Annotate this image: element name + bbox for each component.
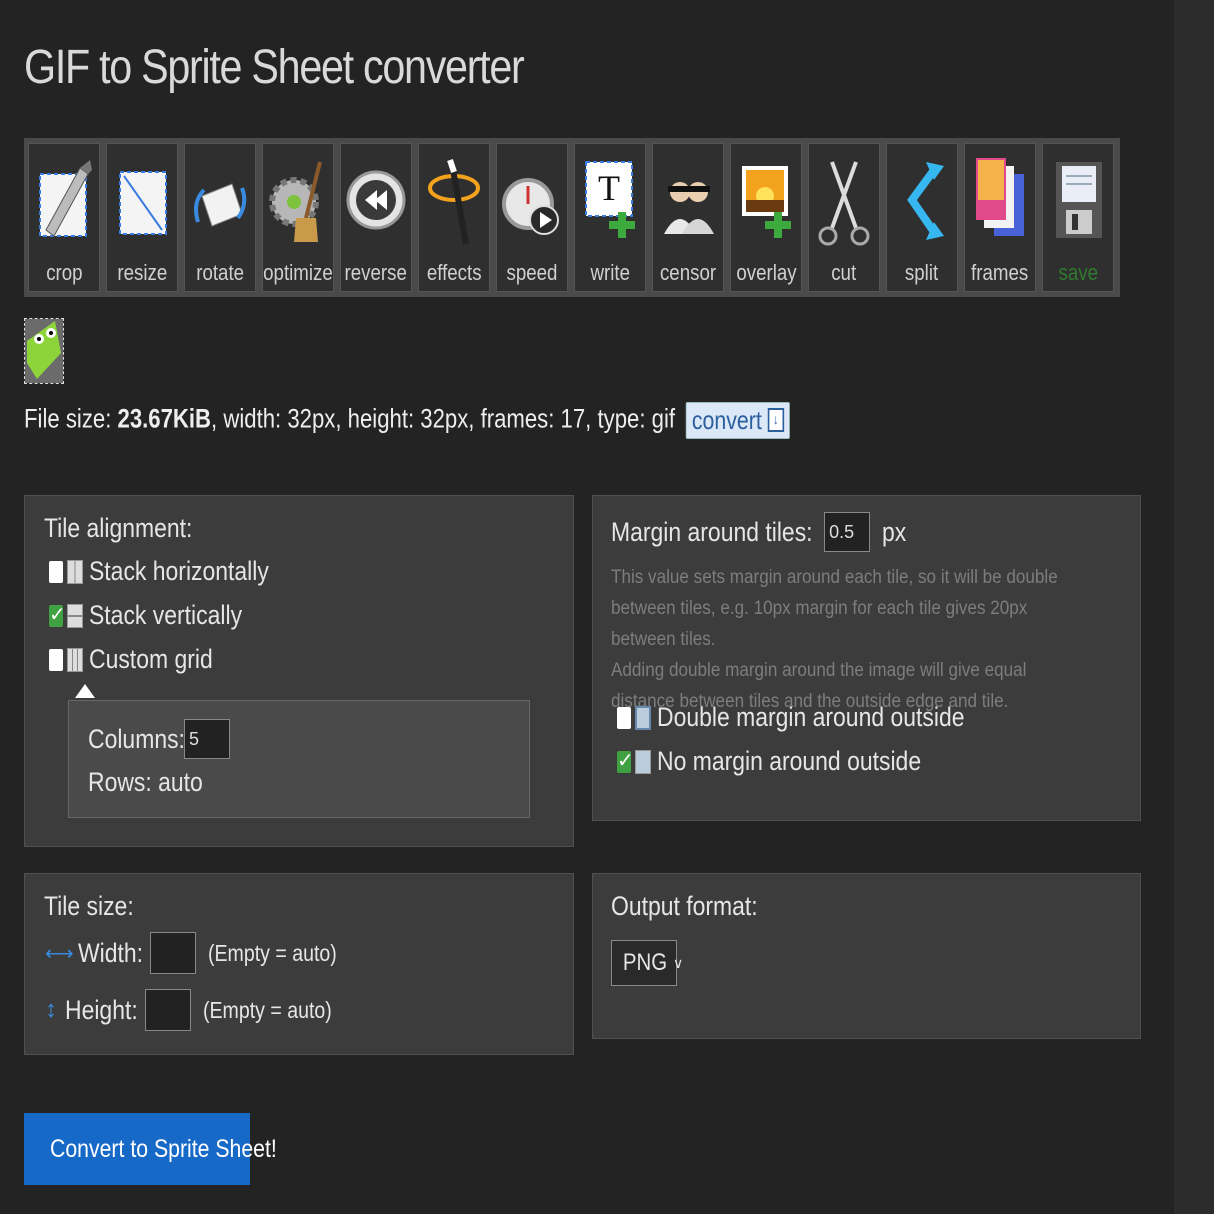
page-title: GIF to Sprite Sheet converter (24, 41, 525, 94)
option-stack-horizontally[interactable]: Stack horizontally (49, 556, 301, 587)
overlay-icon (742, 166, 791, 238)
speed-icon (502, 178, 559, 235)
grid-pointer-arrow (75, 684, 95, 698)
tool-label: write (590, 260, 630, 285)
tool-label: speed (506, 260, 558, 285)
frames-icon (976, 158, 1024, 236)
split-icon (907, 162, 944, 240)
censor-icon (664, 182, 714, 234)
checkbox-checked[interactable] (617, 748, 634, 773)
tool-censor[interactable]: censor (652, 143, 724, 292)
height-label: Height: (65, 994, 138, 1025)
output-format-panel: Output format: PNG ∨ (592, 873, 1141, 1039)
width-label: Width: (77, 937, 143, 968)
option-stack-vertically[interactable]: Stack vertically (49, 600, 269, 631)
tool-resize[interactable]: resize (106, 143, 178, 292)
file-size-value: 23.67KiB (117, 403, 212, 434)
option-no-margin[interactable]: No margin around outside (617, 746, 968, 777)
rows-label: Rows: auto (88, 767, 203, 797)
height-arrow-icon: ↕ (45, 996, 57, 1023)
tool-reverse[interactable]: reverse (340, 143, 412, 292)
convert-to-sprite-sheet-button[interactable]: Convert to Sprite Sheet! (24, 1113, 277, 1185)
gif-preview-thumbnail (24, 318, 64, 384)
height-input[interactable] (144, 989, 191, 1031)
custom-grid-subpanel: Columns: Rows: auto (68, 700, 530, 818)
option-custom-grid[interactable]: Custom grid (49, 644, 235, 675)
convert-button[interactable]: convert ↓ (686, 402, 790, 439)
optimize-icon (269, 161, 322, 242)
tool-label: split (905, 260, 939, 285)
file-info: File size: 23.67KiB, width: 32px, height… (24, 402, 790, 439)
tool-crop[interactable]: crop (28, 143, 100, 292)
margin-input[interactable] (824, 512, 871, 552)
output-format-heading: Output format: (611, 891, 758, 921)
tool-label: rotate (196, 260, 244, 285)
margin-unit: px (882, 516, 907, 547)
tool-optimize[interactable]: optimize (262, 143, 334, 292)
tool-label: cut (831, 260, 857, 285)
tool-label: crop (45, 260, 83, 285)
tool-frames[interactable]: frames (964, 143, 1036, 292)
tool-overlay[interactable]: overlay (730, 143, 802, 292)
download-icon: ↓ (767, 408, 785, 432)
grid-icon (67, 647, 83, 672)
tool-label: optimize (263, 260, 333, 285)
rotate-icon (194, 183, 247, 227)
width-arrow-icon: ⟷ (45, 942, 74, 965)
tool-cut[interactable]: cut (808, 143, 880, 292)
resize-icon (119, 171, 167, 235)
margin-help: This value sets margin around each tile,… (611, 567, 1058, 712)
checkbox[interactable] (49, 560, 63, 583)
columns-input[interactable] (184, 719, 231, 759)
tool-label: overlay (735, 260, 797, 285)
tool-effects[interactable]: effects (418, 143, 490, 292)
svg-text:T: T (598, 168, 620, 208)
double-margin-icon (635, 705, 651, 730)
tool-save[interactable]: save (1042, 143, 1114, 292)
tool-write[interactable]: T write (574, 143, 646, 292)
page-scroll-area (1174, 0, 1214, 1214)
no-margin-icon (635, 749, 651, 774)
tool-label: reverse (344, 260, 408, 285)
tool-label: resize (117, 260, 167, 285)
crop-icon (39, 160, 92, 237)
tile-size-panel: Tile size: ⟷ Width: (Empty = auto) ↕ Hei… (24, 873, 574, 1055)
reverse-icon (346, 170, 406, 230)
tool-label: censor (659, 260, 717, 285)
columns-label: Columns: (88, 723, 185, 754)
margin-panel: Margin around tiles: px This value sets … (592, 495, 1141, 821)
width-input[interactable] (150, 932, 197, 974)
option-double-margin[interactable]: Double margin around outside (617, 702, 1019, 733)
checkbox[interactable] (617, 706, 631, 729)
checkbox[interactable] (49, 648, 63, 671)
tile-alignment-panel: Tile alignment: Stack horizontally Stack… (24, 495, 574, 847)
chevron-down-icon: ∨ (673, 954, 684, 971)
width-hint: (Empty = auto) (208, 939, 337, 966)
stack-horizontal-icon (67, 559, 83, 584)
output-format-select[interactable]: PNG ∨ (611, 940, 683, 986)
margin-label: Margin around tiles: (611, 516, 813, 547)
tool-label: save (1058, 260, 1098, 285)
checkbox-checked[interactable] (49, 602, 66, 627)
tool-split[interactable]: split (886, 143, 958, 292)
tile-size-heading: Tile size: (44, 891, 134, 921)
tool-label: frames (971, 260, 1029, 285)
write-icon: T (585, 161, 635, 238)
tool-speed[interactable]: speed (496, 143, 568, 292)
cut-icon (818, 161, 870, 246)
tool-label: effects (426, 260, 482, 285)
tool-rotate[interactable]: rotate (184, 143, 256, 292)
effects-icon (428, 159, 480, 245)
tile-alignment-heading: Tile alignment: (44, 513, 193, 543)
height-hint: (Empty = auto) (202, 996, 332, 1023)
tool-toolbar: crop resize rotate optimize reverse effe… (24, 138, 1120, 297)
save-icon (1056, 162, 1102, 238)
stack-vertical-icon (67, 603, 83, 628)
